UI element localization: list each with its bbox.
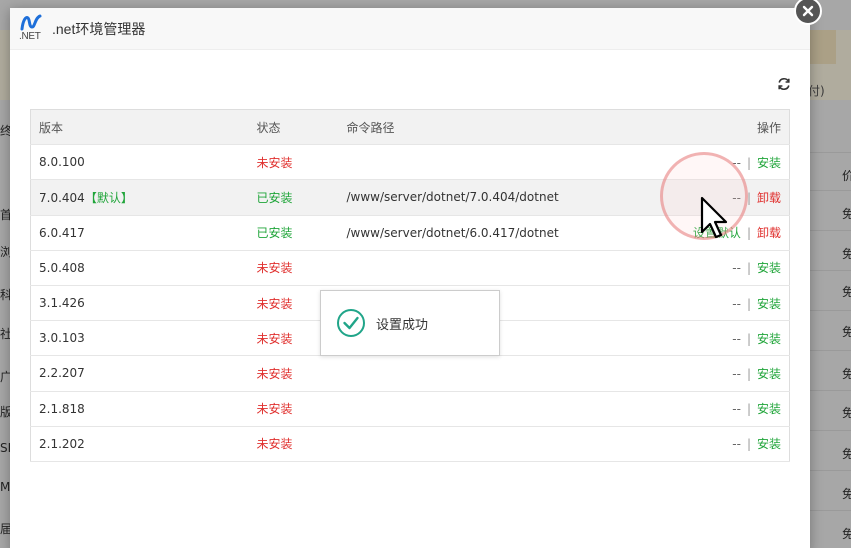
install-link[interactable]: 安装 <box>757 332 781 346</box>
action-separator: | <box>746 296 751 311</box>
status-cell: 未安装 <box>256 250 347 286</box>
status-cell: 未安装 <box>256 355 347 392</box>
action-placeholder: -- <box>732 366 741 381</box>
action-separator: | <box>746 226 751 241</box>
action-separator: | <box>746 331 751 346</box>
action-placeholder: -- <box>732 331 741 346</box>
action-separator: | <box>746 437 751 452</box>
path-cell: /www/server/dotnet/6.0.417/dotnet <box>346 215 657 251</box>
version-number: 6.0.417 <box>39 225 85 240</box>
install-link[interactable]: 安装 <box>757 402 781 416</box>
status-text: 未安装 <box>256 366 293 381</box>
uninstall-link[interactable]: 卸载 <box>757 226 781 240</box>
action-cell: -- | 安装 <box>656 391 790 427</box>
action-separator: | <box>746 366 751 381</box>
action-placeholder: -- <box>732 402 741 417</box>
dotnet-logo-icon: .NET <box>18 14 44 44</box>
table-header-row: 版本 状态 命令路径 操作 <box>30 109 790 146</box>
success-toast: 设置成功 <box>320 290 500 356</box>
action-separator: | <box>746 261 751 276</box>
refresh-icon[interactable] <box>776 76 792 92</box>
version-number: 3.0.103 <box>39 331 85 346</box>
version-cell: 3.0.103 <box>30 320 257 357</box>
status-text: 未安装 <box>256 437 293 452</box>
status-text: 未安装 <box>256 296 293 311</box>
default-badge: 【默认】 <box>84 190 133 205</box>
action-separator: | <box>746 402 751 417</box>
install-link[interactable]: 安装 <box>757 261 781 275</box>
toast-message: 设置成功 <box>376 317 429 333</box>
mouse-cursor-icon <box>700 196 728 239</box>
header-path: 命令路径 <box>346 109 657 146</box>
path-cell <box>346 391 657 427</box>
version-cell: 7.0.404【默认】 <box>30 179 257 216</box>
version-cell: 8.0.100 <box>30 144 257 181</box>
action-placeholder: -- <box>732 261 741 276</box>
dotnet-logo-text: .NET <box>19 30 41 42</box>
status-cell: 已安装 <box>256 179 347 216</box>
version-number: 3.1.426 <box>39 296 85 311</box>
uninstall-link[interactable]: 卸载 <box>757 191 781 205</box>
version-number: 2.1.202 <box>39 436 85 451</box>
path-cell <box>346 250 657 286</box>
install-link[interactable]: 安装 <box>757 156 781 170</box>
status-text: 未安装 <box>256 331 293 346</box>
status-cell: 未安装 <box>256 144 347 181</box>
action-cell: -- | 安装 <box>656 320 790 357</box>
version-cell: 2.1.818 <box>30 391 257 427</box>
version-cell: 2.1.202 <box>30 426 257 462</box>
close-icon <box>802 5 814 17</box>
status-text: 未安装 <box>256 402 293 417</box>
action-cell: -- | 安装 <box>656 355 790 392</box>
table-row: 2.2.207 未安装 -- | 安装 <box>30 355 790 392</box>
table-row: 2.1.818 未安装 -- | 安装 <box>30 391 790 427</box>
install-link[interactable]: 安装 <box>757 297 781 311</box>
dialog-header: .NET .net环境管理器 <box>10 8 810 50</box>
status-cell: 已安装 <box>256 215 347 251</box>
version-cell: 6.0.417 <box>30 215 257 251</box>
dotnet-manager-dialog: .NET .net环境管理器 版本 状态 命令路径 操作 8.0.100 未安装 -… <box>10 8 810 548</box>
table-row: 5.0.408 未安装 -- | 安装 <box>30 250 790 286</box>
dialog-title: .net环境管理器 <box>52 20 146 37</box>
version-cell: 3.1.426 <box>30 285 257 322</box>
action-placeholder: -- <box>732 296 741 311</box>
version-number: 8.0.100 <box>39 155 85 170</box>
status-text: 未安装 <box>256 155 293 170</box>
header-status: 状态 <box>256 109 347 146</box>
version-number: 2.1.818 <box>39 401 85 416</box>
status-cell: 未安装 <box>256 391 347 427</box>
version-cell: 5.0.408 <box>30 250 257 286</box>
header-action: 操作 <box>656 109 790 146</box>
action-separator: | <box>746 155 751 170</box>
action-cell: -- | 安装 <box>656 426 790 462</box>
status-text: 未安装 <box>256 261 293 276</box>
action-cell: -- | 安装 <box>656 250 790 286</box>
path-cell <box>346 144 657 181</box>
version-cell: 2.2.207 <box>30 355 257 392</box>
action-placeholder: -- <box>732 437 741 452</box>
install-link[interactable]: 安装 <box>757 437 781 451</box>
header-version: 版本 <box>30 109 257 146</box>
status-text: 已安装 <box>256 190 293 205</box>
status-text: 已安装 <box>256 226 293 241</box>
path-cell <box>346 426 657 462</box>
version-number: 5.0.408 <box>39 260 85 275</box>
status-cell: 未安装 <box>256 426 347 462</box>
install-link[interactable]: 安装 <box>757 367 781 381</box>
action-cell: -- | 安装 <box>656 285 790 322</box>
version-number: 7.0.404 <box>39 190 85 205</box>
success-check-icon <box>337 309 365 337</box>
table-row: 2.1.202 未安装 -- | 安装 <box>30 426 790 462</box>
path-cell: /www/server/dotnet/7.0.404/dotnet <box>346 179 657 216</box>
path-cell <box>346 355 657 392</box>
version-number: 2.2.207 <box>39 366 85 381</box>
